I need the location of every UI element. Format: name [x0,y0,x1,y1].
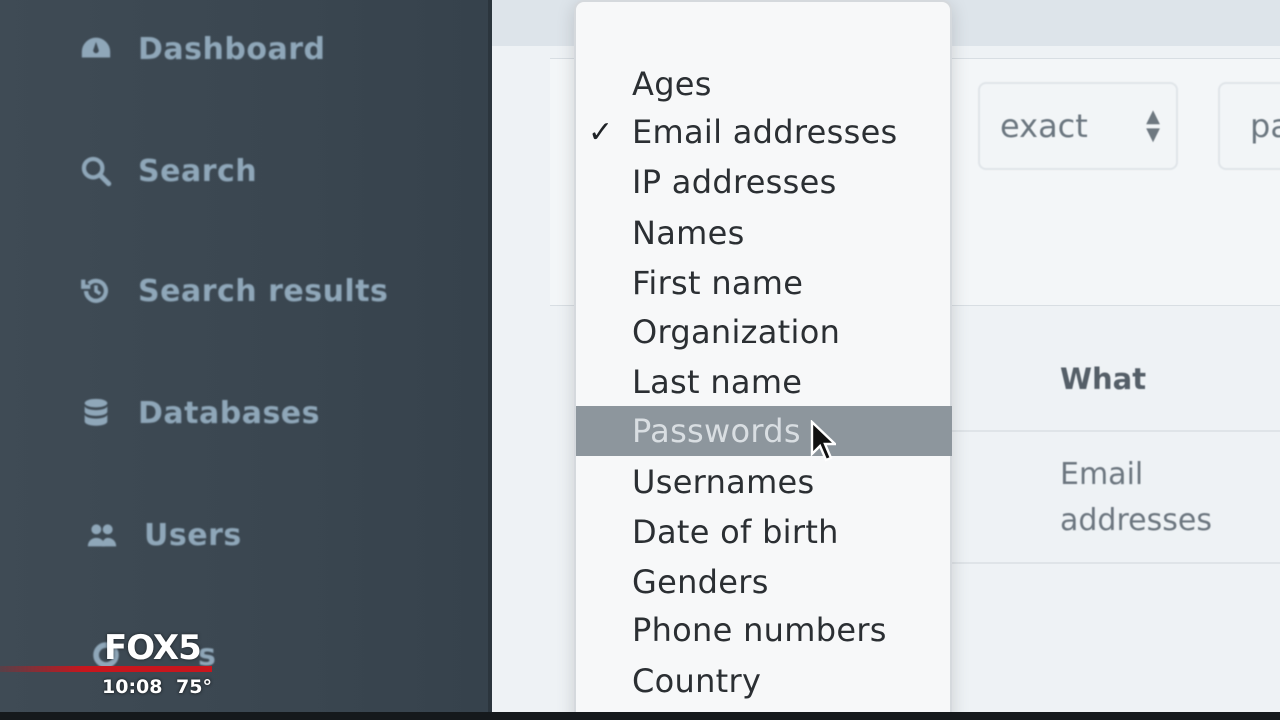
option-label: Ages [632,65,712,103]
option-label: Passwords [632,412,801,450]
dropdown-option[interactable]: Last name [576,357,952,407]
sidebar-item-label: Databases [138,395,321,431]
dropdown-option[interactable]: First name [576,258,952,308]
screen: Dashboard Search Search results Database… [0,0,1280,720]
mouse-cursor-icon [810,420,836,462]
sidebar-item-dashboard[interactable]: Dashboard [78,24,325,74]
option-label: Organization [632,313,841,351]
table-cell-what: Email addresses [1060,457,1212,538]
option-label: Date of birth [632,513,839,551]
dropdown-option[interactable]: Names [576,208,952,258]
dropdown-option[interactable]: Date of birth [576,507,952,557]
dropdown-option[interactable]: Genders [576,557,952,607]
option-label: Phone numbers [632,611,887,649]
database-icon [78,395,114,431]
select-arrows-icon: ▲ ▼ [1146,106,1160,145]
divider [952,562,1280,564]
bottom-strip [0,712,1280,720]
option-label: Last name [632,363,803,401]
sidebar-item-search-results[interactable]: Search results [78,266,388,316]
dropdown-option-highlighted[interactable]: Passwords [576,406,952,456]
dropdown-option[interactable]: Ages [576,59,952,109]
option-label: First name [632,264,804,302]
users-icon [84,517,120,553]
dropdown-option[interactable]: Country [576,656,952,706]
dropdown-option-selected[interactable]: ✓ Email addresses [576,107,952,157]
broadcast-logo: FOX5 [104,628,202,668]
column-header-what: What [1060,362,1147,396]
divider [952,430,1280,432]
checkmark-icon: ✓ [588,114,614,150]
dropdown-option[interactable]: Organization [576,307,952,357]
sidebar-item-label: Search results [138,273,389,309]
option-label: IP addresses [632,163,837,201]
broadcast-temperature: 75° [176,676,212,698]
option-label: Country [632,662,762,700]
option-label: Genders [632,563,769,601]
option-label: Usernames [632,463,815,501]
match-mode-value: exact [1000,107,1088,145]
sidebar-item-search[interactable]: Search [78,146,257,196]
sidebar-item-label: Search [138,153,258,189]
sidebar-item-databases[interactable]: Databases [78,388,320,438]
secondary-select-value: pa [1250,107,1280,145]
option-label: Names [632,214,745,252]
option-label: Email addresses [632,113,898,151]
match-mode-select[interactable]: exact ▲ ▼ [978,82,1178,170]
broadcast-time: 10:08 [102,676,163,698]
sidebar: Dashboard Search Search results Database… [0,0,492,720]
secondary-select[interactable]: pa [1218,82,1280,170]
dropdown-option[interactable]: IP addresses [576,157,952,207]
sidebar-item-label: Users [144,517,242,553]
search-icon [78,153,114,189]
field-type-dropdown: Ages ✓ Email addresses IP addresses Name… [574,0,952,720]
sidebar-item-users[interactable]: Users [84,510,242,560]
sidebar-item-label: Dashboard [138,31,326,67]
dropdown-option[interactable]: Usernames [576,457,952,507]
dropdown-option[interactable]: Phone numbers [576,605,952,655]
history-icon [78,273,114,309]
dashboard-icon [78,31,114,67]
